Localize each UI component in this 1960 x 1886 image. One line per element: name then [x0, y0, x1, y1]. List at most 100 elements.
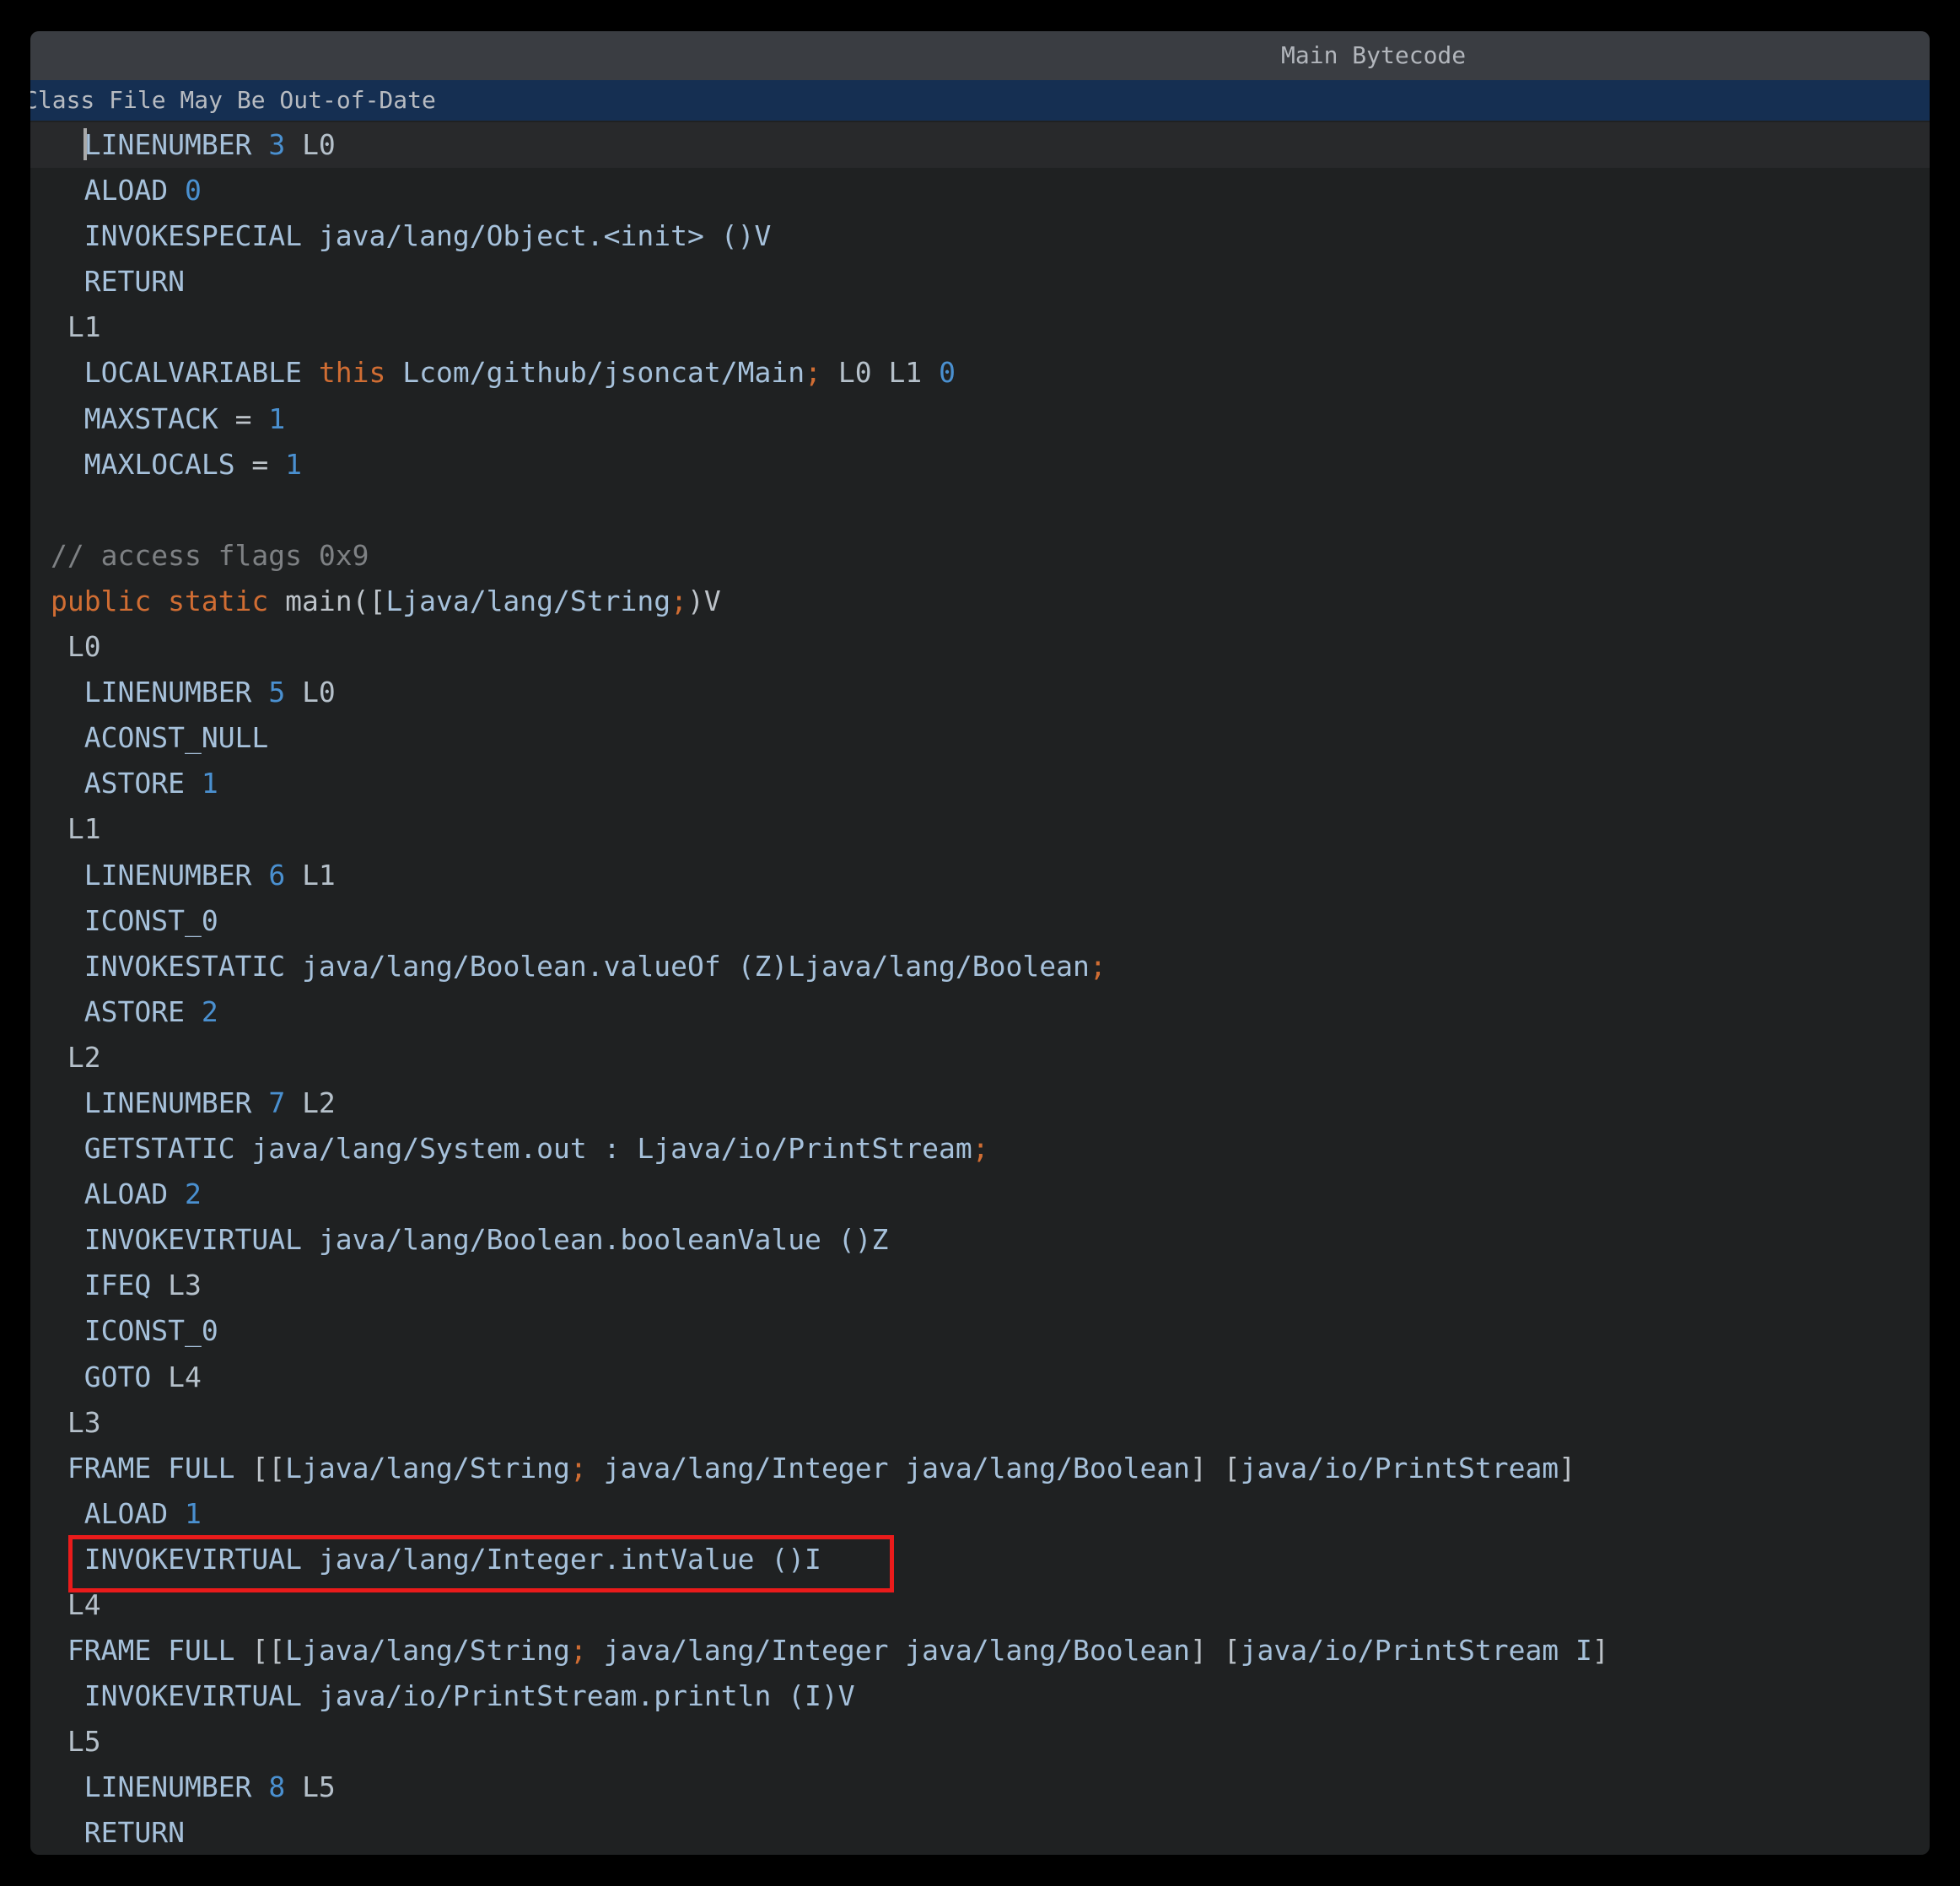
code-token: [	[1207, 1452, 1241, 1485]
bytecode-line[interactable]: LINENUMBER 6 L1	[51, 853, 1930, 898]
code-token: ;	[805, 356, 821, 389]
code-token: Ljava/lang/String	[285, 1452, 570, 1485]
bytecode-line[interactable]: LINENUMBER 7 L2	[51, 1080, 1930, 1126]
code-token: 1	[202, 767, 218, 800]
bytecode-line[interactable]: INVOKESTATIC java/lang/Boolean.valueOf (…	[51, 944, 1930, 989]
code-token: L4	[67, 1588, 101, 1621]
code-token	[51, 1679, 84, 1712]
code-token	[51, 904, 84, 937]
code-token	[51, 1634, 67, 1667]
code-token: L1	[302, 859, 336, 892]
code-token: FRAME FULL	[67, 1634, 235, 1667]
code-token: public static	[51, 585, 268, 617]
bytecode-line[interactable]: L4	[51, 1582, 1930, 1628]
code-token	[51, 1041, 67, 1074]
bytecode-line[interactable]: IFEQ L3	[51, 1263, 1930, 1308]
bytecode-line[interactable]: INVOKEVIRTUAL java/io/PrintStream.printl…	[51, 1673, 1930, 1719]
code-token	[51, 219, 84, 252]
code-token	[51, 1770, 84, 1803]
bytecode-line[interactable]: LOCALVARIABLE this Lcom/github/jsoncat/M…	[51, 350, 1930, 396]
bytecode-line[interactable]: ALOAD 0	[51, 168, 1930, 213]
bytecode-line[interactable]: LINENUMBER 3 L0	[30, 122, 1930, 168]
code-token: ]	[1592, 1634, 1609, 1667]
code-token: INVOKEVIRTUAL	[84, 1223, 302, 1256]
code-token: java/io/PrintStream.println (I)V	[302, 1679, 855, 1712]
bytecode-editor[interactable]: LINENUMBER 3 L0 ALOAD 0 INVOKESPECIAL ja…	[30, 121, 1930, 1855]
bytecode-line[interactable]: ASTORE 1	[51, 761, 1930, 806]
bytecode-line[interactable]: INVOKEVIRTUAL java/lang/Integer.intValue…	[51, 1537, 1930, 1582]
code-token: 7	[268, 1086, 285, 1119]
code-token	[51, 721, 84, 754]
bytecode-line[interactable]: ALOAD 2	[51, 1172, 1930, 1217]
code-token: java/lang/Boolean.valueOf (Z)Ljava/lang/…	[285, 950, 1090, 983]
bytecode-line[interactable]: MAXLOCALS = 1	[51, 442, 1930, 488]
code-token	[51, 630, 67, 663]
bytecode-line[interactable]	[51, 488, 1930, 533]
code-token	[251, 128, 268, 161]
code-token: LOCALVARIABLE	[84, 356, 302, 389]
bytecode-line[interactable]: INVOKESPECIAL java/lang/Object.<init> ()…	[51, 213, 1930, 259]
code-token	[285, 128, 302, 161]
code-token: L5	[67, 1725, 101, 1758]
bytecode-line[interactable]: GOTO L4	[51, 1355, 1930, 1400]
code-token: java/io/PrintStream	[1241, 1452, 1559, 1485]
code-token	[51, 1177, 84, 1210]
code-token	[168, 174, 185, 207]
code-token: java/lang/Object.<init> ()V	[302, 219, 771, 252]
code-token	[922, 356, 939, 389]
bytecode-line[interactable]: L5	[51, 1719, 1930, 1765]
bytecode-line[interactable]: ICONST_0	[51, 1308, 1930, 1354]
code-token: L4	[151, 1361, 202, 1393]
bytecode-line[interactable]: GETSTATIC java/lang/System.out : Ljava/i…	[51, 1126, 1930, 1172]
bytecode-line[interactable]: L1	[51, 806, 1930, 852]
bytecode-line[interactable]: L1	[51, 304, 1930, 350]
code-token: GOTO	[84, 1361, 151, 1393]
code-token	[185, 767, 202, 800]
code-token: IFEQ	[84, 1269, 151, 1301]
window-title: Main Bytecode	[1281, 31, 1466, 80]
code-token	[51, 265, 84, 298]
code-token: java/lang/Boolean.booleanValue ()Z	[302, 1223, 888, 1256]
bytecode-line[interactable]: L3	[51, 1400, 1930, 1446]
outdated-notification-bar[interactable]: Class File May Be Out-of-Date	[30, 80, 1930, 121]
code-token: // access flags 0x9	[51, 539, 369, 572]
code-token	[51, 310, 67, 343]
bytecode-line[interactable]: MAXSTACK = 1	[51, 396, 1930, 442]
code-token: ICONST_0	[84, 1314, 218, 1347]
bytecode-line[interactable]: RETURN	[51, 259, 1930, 304]
code-token: ICONST_0	[84, 904, 218, 937]
bytecode-line[interactable]: ALOAD 1	[51, 1491, 1930, 1537]
bytecode-line[interactable]: ACONST_NULL	[51, 715, 1930, 761]
code-token	[51, 1223, 84, 1256]
bytecode-line[interactable]: L0	[51, 624, 1930, 670]
code-token	[251, 1086, 268, 1119]
bytecode-line[interactable]: ASTORE 2	[51, 989, 1930, 1035]
bytecode-line[interactable]: RETURN	[51, 1810, 1930, 1855]
bytecode-line[interactable]: public static main([Ljava/lang/String;)V	[51, 579, 1930, 624]
code-token: ]	[1190, 1452, 1207, 1485]
code-token: ASTORE	[84, 767, 185, 800]
code-token	[51, 1314, 84, 1347]
code-token: ;	[570, 1452, 587, 1485]
bytecode-line[interactable]: // access flags 0x9	[51, 533, 1930, 579]
code-token: ]	[1190, 1634, 1207, 1667]
code-token: INVOKESPECIAL	[84, 219, 302, 252]
code-token	[51, 1543, 84, 1576]
bytecode-line[interactable]: LINENUMBER 5 L0	[51, 670, 1930, 715]
bytecode-line[interactable]: ICONST_0	[51, 898, 1930, 944]
window-titlebar[interactable]: Main Bytecode	[30, 31, 1930, 80]
code-token: 3	[268, 128, 285, 161]
code-token: FRAME FULL	[67, 1452, 235, 1485]
code-token: ]	[1559, 1452, 1575, 1485]
bytecode-line[interactable]: FRAME FULL [[Ljava/lang/String; java/lan…	[51, 1446, 1930, 1491]
code-token	[51, 1816, 84, 1849]
bytecode-line[interactable]: LINENUMBER 8 L5	[51, 1765, 1930, 1810]
code-token	[51, 1497, 84, 1530]
code-token	[302, 356, 319, 389]
code-token: MAXSTACK	[84, 402, 218, 435]
bytecode-line[interactable]: L2	[51, 1035, 1930, 1080]
bytecode-line[interactable]: FRAME FULL [[Ljava/lang/String; java/lan…	[51, 1628, 1930, 1673]
code-token: ;	[570, 1634, 587, 1667]
code-token: [[	[235, 1634, 286, 1667]
bytecode-line[interactable]: INVOKEVIRTUAL java/lang/Boolean.booleanV…	[51, 1217, 1930, 1263]
